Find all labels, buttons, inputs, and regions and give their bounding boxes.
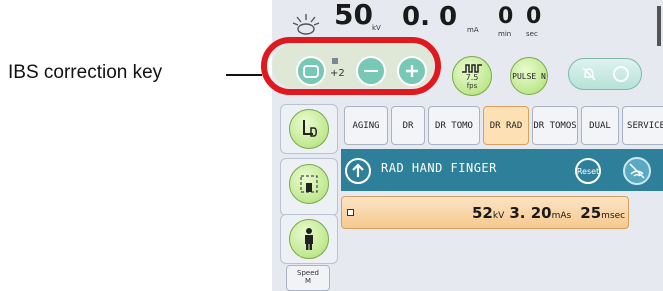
exposure-mas-value: 3. 20 (509, 204, 552, 222)
sec-unit: sec (526, 30, 538, 38)
callout-leader-line (226, 74, 262, 76)
tab-aging[interactable]: AGING (344, 106, 388, 145)
kv-readout: 50 (334, 0, 373, 31)
reset-button[interactable]: Reset (575, 158, 601, 184)
exposure-kv-value: 52 (472, 204, 493, 222)
exposure-mas-unit: mAs (551, 211, 572, 221)
callout-label: IBS correction key (8, 62, 163, 83)
ma-unit: mA (467, 26, 479, 34)
reset-label: Reset (576, 166, 600, 176)
exposure-kv-unit: kV (492, 211, 505, 221)
min-readout: 0 (498, 4, 514, 29)
ibs-callout-highlight (261, 37, 441, 95)
detector-d-button[interactable] (289, 109, 329, 149)
collimator-button[interactable] (289, 164, 329, 204)
wireless-button[interactable] (623, 157, 651, 185)
pulse-mode-button[interactable]: PULSE N (510, 57, 548, 95)
person-icon (305, 228, 313, 250)
pulse-wave-icon (462, 63, 482, 73)
tab-service[interactable]: SERVICE (622, 106, 663, 145)
sec-readout: 0 (526, 4, 542, 29)
protocol-title: RAD HAND FINGER (381, 161, 497, 175)
speed-value: M (304, 277, 312, 285)
exposure-time-unit: msec (601, 211, 626, 221)
alarm-mute-button[interactable] (568, 58, 642, 90)
xray-status-icon (292, 12, 320, 38)
bell-mute-icon (582, 67, 596, 81)
alarm-toggle-icon (613, 66, 629, 82)
fps-unit: fps (466, 81, 478, 90)
protocol-header-bar: RAD HAND FINGER Reset (341, 149, 663, 191)
exposure-time-value: 25 (580, 204, 602, 222)
fps-value: 7.5 (465, 72, 479, 82)
tab-dr-tomos[interactable]: DR TOMOS (532, 106, 578, 145)
collimator-icon (300, 175, 318, 193)
ma-readout: 0. 0 (402, 2, 458, 32)
kv-unit: kV (372, 24, 381, 32)
exposure-row[interactable]: 52kV 3. 20mAs 25msec (341, 196, 629, 229)
speed-button[interactable]: Speed M (286, 265, 330, 291)
tab-dual[interactable]: DUAL (581, 106, 619, 145)
exposure-values: 52kV 3. 20mAs 25msec (472, 203, 625, 222)
up-arrow-icon (352, 163, 364, 177)
tab-dr-tomo[interactable]: DR TOMO (428, 106, 480, 145)
top-right-indicator (657, 6, 661, 46)
fps-button[interactable]: 7.5 fps (452, 56, 492, 96)
tab-dr[interactable]: DR (391, 106, 425, 145)
tab-dr-rad[interactable]: DR RAD (483, 106, 529, 145)
min-unit: min (498, 30, 512, 38)
detector-d-icon (303, 120, 317, 137)
pulse-mode-label: PULSE N (512, 71, 546, 81)
patient-position-button[interactable] (289, 219, 329, 259)
exposure-checkbox[interactable] (347, 209, 354, 216)
speed-label: Speed (297, 269, 319, 277)
back-button[interactable] (345, 158, 371, 184)
wireless-icon (629, 163, 645, 179)
